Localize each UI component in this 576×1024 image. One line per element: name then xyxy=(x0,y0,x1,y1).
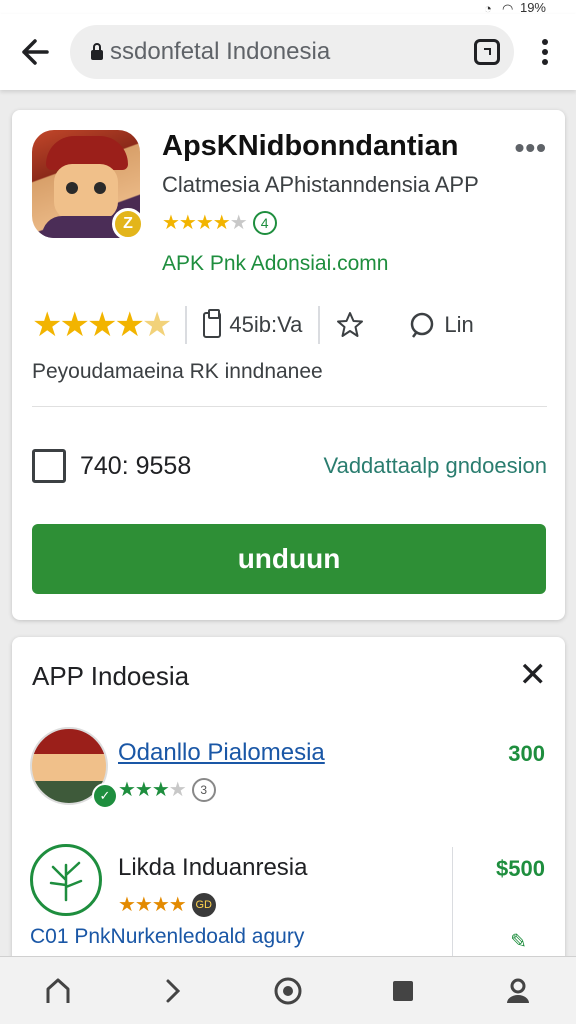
size-value: 45ib:Va xyxy=(229,312,303,337)
related-section-title: APP Indoesia xyxy=(32,661,190,691)
verified-badge-icon: ✓ xyxy=(92,783,118,809)
partial-price-icon: ✎ xyxy=(510,931,527,953)
app-rating-row: ★★★★★ 4 xyxy=(162,210,277,235)
verified-badge-icon: Z xyxy=(112,208,144,240)
tabs-button[interactable] xyxy=(373,961,433,1021)
chrome-icon xyxy=(274,977,302,1004)
clipboard-icon xyxy=(203,309,222,338)
verification-row: 740: 9558 Vaddattaalp gndoesion xyxy=(32,446,547,486)
app-rating-row: ★★★★ 3 xyxy=(118,777,216,802)
rating-count-badge: GD xyxy=(191,892,216,917)
menu-dot-icon xyxy=(542,49,548,55)
url-field[interactable]: ssdonfetal Indonesia xyxy=(70,25,514,79)
rating-stars: ★★★★ xyxy=(118,779,187,801)
size-stat: 45ib:Va xyxy=(203,309,303,338)
app-price: 300 xyxy=(508,741,545,766)
app-icon-eye xyxy=(66,182,78,194)
url-text: ssdonfetal Indonesia xyxy=(110,38,331,65)
wifi-icon: ◠ xyxy=(501,1,514,16)
rating-count-badge: 4 xyxy=(252,210,277,235)
app-icon-face xyxy=(54,164,118,220)
status-bar: ◔ ◠ 19% xyxy=(0,0,576,16)
star-outline-icon xyxy=(337,312,364,337)
signal-icon: ◔ xyxy=(483,1,492,16)
square-icon xyxy=(393,980,414,1001)
home-icon xyxy=(46,978,70,1003)
app-title: ApsKNidbonndantian xyxy=(162,130,459,162)
menu-dot-icon xyxy=(542,39,548,45)
chevron-right-icon xyxy=(166,979,180,1002)
wishlist-button[interactable] xyxy=(336,311,364,339)
list-item[interactable]: Likda Induanresia ★★★★ GD $500 xyxy=(30,842,545,922)
tab-icon xyxy=(484,48,491,55)
reviews-label: Lin xyxy=(444,312,474,337)
overflow-menu-button[interactable] xyxy=(514,39,576,65)
related-apps-card: APP Indoesia ✕ ✓ Odanllo Pialomesia ★★★★… xyxy=(12,637,565,997)
back-button[interactable] xyxy=(0,14,70,90)
lock-icon xyxy=(91,43,103,60)
forward-button[interactable] xyxy=(143,961,203,1021)
more-options-button[interactable]: ••• xyxy=(515,132,547,164)
leaf-logo-icon xyxy=(30,844,102,916)
verify-link[interactable]: Vaddattaalp gndoesion xyxy=(324,453,547,479)
verify-checkbox[interactable] xyxy=(32,449,66,483)
divider xyxy=(452,847,453,957)
home-button[interactable] xyxy=(28,961,88,1021)
profile-button[interactable] xyxy=(488,961,548,1021)
divider xyxy=(32,406,547,407)
list-item[interactable]: ✓ Odanllo Pialomesia ★★★★ 3 300 xyxy=(30,727,545,811)
divider xyxy=(185,306,188,344)
app-description: Peyoudamaeina RK inndnanee xyxy=(32,360,323,383)
menu-dot-icon xyxy=(542,59,548,65)
app-rating-row: ★★★★ GD xyxy=(118,892,216,917)
rating-stars: ★★★★★ xyxy=(162,212,248,234)
app-name-link[interactable]: Odanllo Pialomesia xyxy=(118,739,325,767)
comment-icon xyxy=(411,312,434,338)
browser-toolbar: ssdonfetal Indonesia xyxy=(0,14,576,90)
stats-row: ★★★★★ 45ib:Va Lin xyxy=(32,300,547,350)
partial-list-item[interactable]: C01 PnkNurkenledoald agury xyxy=(30,925,304,949)
bottom-navigation xyxy=(0,956,576,1024)
developer-link[interactable]: APK Pnk Adonsiai.comn xyxy=(162,252,388,276)
rating-count-badge: 3 xyxy=(191,777,216,802)
large-rating-stars: ★★★★★ xyxy=(32,306,172,344)
divider xyxy=(318,306,321,344)
reviews-button[interactable]: Lin xyxy=(408,311,474,339)
battery-percent: 19% xyxy=(519,0,546,15)
leaf-icon xyxy=(49,861,83,902)
tab-switcher-button[interactable] xyxy=(474,39,500,65)
app-icon-eye xyxy=(94,182,106,194)
app-price: $500 xyxy=(496,856,545,881)
person-icon xyxy=(507,978,530,1003)
back-arrow-icon xyxy=(22,39,49,65)
app-details-card: Z ApsKNidbonndantian ••• Clatmesia APhis… xyxy=(12,110,565,620)
browser-button[interactable] xyxy=(258,961,318,1021)
app-name[interactable]: Likda Induanresia xyxy=(118,854,307,882)
rating-stars: ★★★★ xyxy=(118,894,187,916)
checkbox-value: 740: 9558 xyxy=(80,451,192,480)
close-button[interactable]: ✕ xyxy=(519,655,548,695)
app-subtitle: Clatmesia APhistanndensia APP xyxy=(162,172,479,197)
download-button[interactable]: unduun xyxy=(32,524,546,594)
